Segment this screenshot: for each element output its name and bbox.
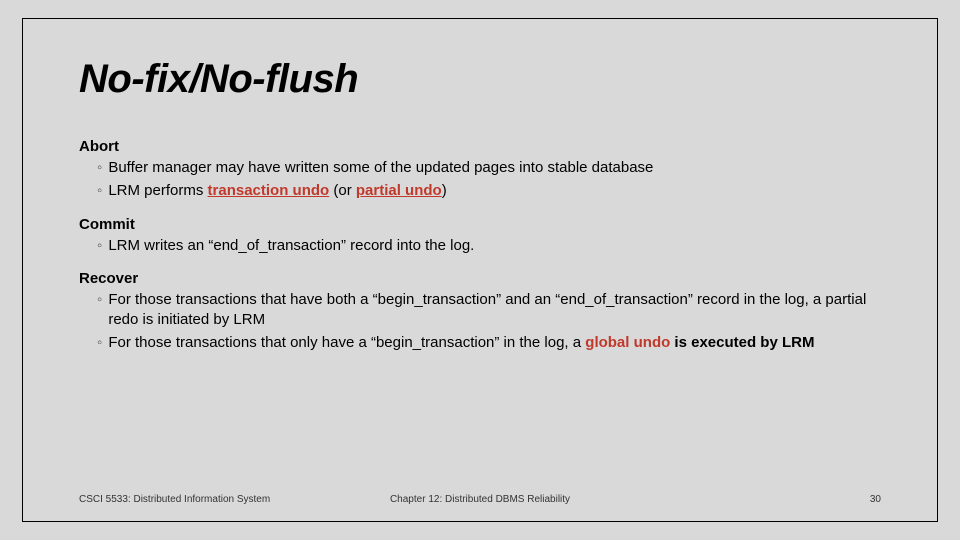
text-fragment: (or: [329, 182, 356, 199]
bullet-recover-2: ◦ For those transactions that only have …: [97, 333, 881, 353]
bullet-mark-icon: ◦: [97, 236, 102, 256]
footer-page-number: 30: [870, 494, 881, 505]
bullet-text: LRM performs transaction undo (or partia…: [108, 181, 881, 201]
bullet-text: For those transactions that only have a …: [108, 333, 881, 353]
bullet-abort-1: ◦ Buffer manager may have written some o…: [97, 158, 881, 178]
bullet-mark-icon: ◦: [97, 181, 102, 201]
bullet-mark-icon: ◦: [97, 333, 102, 353]
slide-footer: CSCI 5533: Distributed Information Syste…: [79, 494, 881, 505]
emphasis-global-undo: global undo: [585, 334, 670, 351]
section-head-recover: Recover: [79, 270, 881, 287]
bullet-recover-1: ◦ For those transactions that have both …: [97, 290, 881, 331]
bullet-abort-2: ◦ LRM performs transaction undo (or part…: [97, 181, 881, 201]
bullet-mark-icon: ◦: [97, 290, 102, 310]
slide-frame: No-fix/No-flush Abort ◦ Buffer manager m…: [22, 18, 938, 522]
bullet-mark-icon: ◦: [97, 158, 102, 178]
emphasis-transaction-undo: transaction undo: [208, 182, 330, 199]
text-fragment: For those transactions that only have a …: [108, 334, 585, 351]
bullet-commit-1: ◦ LRM writes an “end_of_transaction” rec…: [97, 236, 881, 256]
slide-title: No-fix/No-flush: [79, 57, 881, 102]
bullet-text: LRM writes an “end_of_transaction” recor…: [108, 236, 881, 256]
bullet-text: Buffer manager may have written some of …: [108, 158, 881, 178]
text-fragment: LRM performs: [108, 182, 207, 199]
text-fragment: is executed by LRM: [670, 334, 814, 351]
bullet-text: For those transactions that have both a …: [108, 290, 881, 331]
text-fragment: ): [442, 182, 447, 199]
section-head-commit: Commit: [79, 216, 881, 233]
emphasis-partial-undo: partial undo: [356, 182, 442, 199]
footer-center: Chapter 12: Distributed DBMS Reliability: [390, 494, 570, 505]
footer-left: CSCI 5533: Distributed Information Syste…: [79, 494, 270, 505]
section-head-abort: Abort: [79, 138, 881, 155]
